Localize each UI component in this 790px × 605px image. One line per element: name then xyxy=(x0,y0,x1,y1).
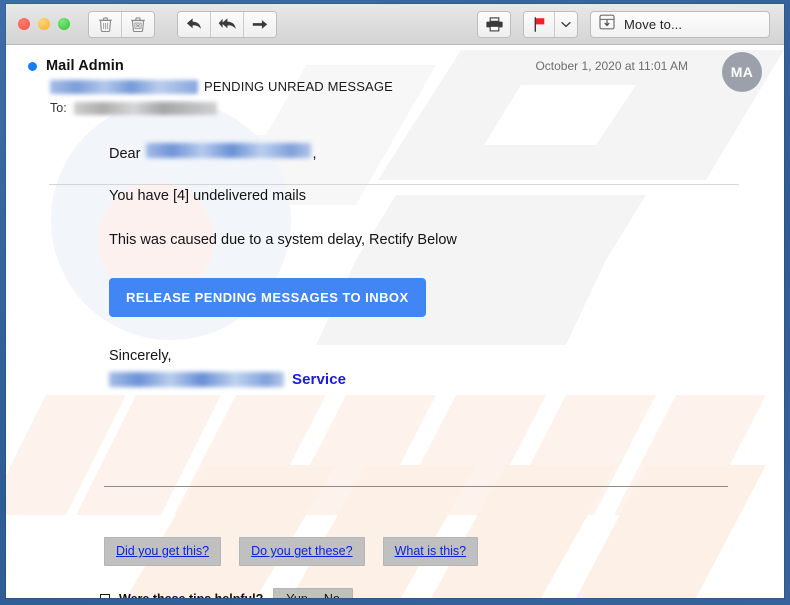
signature-redacted xyxy=(109,372,284,387)
screen-root: Move to... Mail Admin October 1, 2020 at… xyxy=(0,0,790,605)
to-address-redacted xyxy=(73,101,217,115)
move-to-label: Move to... xyxy=(624,16,683,32)
junk-button[interactable] xyxy=(122,11,154,37)
reply-group xyxy=(177,10,277,38)
to-label: To: xyxy=(50,101,67,115)
print-group xyxy=(477,10,511,38)
junk-icon xyxy=(131,16,145,32)
tips-no-button[interactable]: No xyxy=(316,591,348,598)
what-is-this-button[interactable]: What is this? xyxy=(382,537,479,566)
trash-icon xyxy=(98,16,112,32)
mail-message-window: Move to... Mail Admin October 1, 2020 at… xyxy=(6,4,784,598)
signature-row: Service xyxy=(109,371,784,388)
avatar: MA xyxy=(722,52,762,92)
delete-junk-group xyxy=(88,10,155,38)
release-pending-messages-button[interactable]: RELEASE PENDING MESSAGES TO INBOX xyxy=(109,278,426,317)
delete-button[interactable] xyxy=(89,11,122,37)
tips-feedback-row: Were these tips helpful? Yup No xyxy=(100,588,353,598)
flag-menu-button[interactable] xyxy=(555,11,577,37)
tips-checkbox[interactable] xyxy=(100,594,110,598)
greeting-name-redacted xyxy=(146,143,312,158)
flag-icon xyxy=(533,16,546,32)
did-you-get-this-button[interactable]: Did you get this? xyxy=(104,537,222,566)
do-you-get-these-button[interactable]: Do you get these? xyxy=(239,537,365,566)
closing-line: Sincerely, xyxy=(109,348,172,364)
flag-group xyxy=(523,10,578,38)
window-controls xyxy=(18,18,70,30)
greeting-line: Dear , xyxy=(109,143,784,162)
footer-divider xyxy=(104,486,728,487)
footer-button-row: Did you get this? Do you get these? What… xyxy=(104,537,479,566)
print-button[interactable] xyxy=(478,11,510,37)
recipient-row: To: xyxy=(6,101,784,115)
sender-address-redacted xyxy=(50,79,198,94)
signature-service: Service xyxy=(292,371,347,388)
unread-indicator-dot[interactable] xyxy=(28,61,37,71)
reply-all-button[interactable] xyxy=(211,11,244,37)
subject-row: PENDING UNREAD MESSAGE xyxy=(6,79,784,94)
archive-box-icon xyxy=(599,14,615,35)
reply-arrow-icon xyxy=(186,17,202,31)
forward-arrow-icon xyxy=(252,18,268,31)
greeting-suffix: , xyxy=(312,146,317,162)
zoom-button[interactable] xyxy=(58,18,70,30)
flag-button[interactable] xyxy=(524,11,555,37)
message-pane: Mail Admin October 1, 2020 at 11:01 AM M… xyxy=(6,45,784,598)
tips-question: Were these tips helpful? xyxy=(119,592,263,598)
reply-button[interactable] xyxy=(178,11,211,37)
close-button[interactable] xyxy=(18,18,30,30)
toolbar: Move to... xyxy=(6,4,784,45)
message-body: Dear , You have [4] undelivered mails Th… xyxy=(6,115,784,388)
greeting-prefix: Dear xyxy=(109,146,141,162)
body-line-1: You have [4] undelivered mails xyxy=(109,188,306,204)
message-header: Mail Admin October 1, 2020 at 11:01 AM M… xyxy=(6,45,784,115)
forward-button[interactable] xyxy=(244,11,276,37)
tips-answer-group: Yup No xyxy=(273,588,353,598)
tips-yes-button[interactable]: Yup xyxy=(278,591,316,598)
printer-icon xyxy=(485,16,503,32)
reply-all-arrow-icon xyxy=(218,17,237,31)
avatar-initials: MA xyxy=(730,64,754,80)
message-date: October 1, 2020 at 11:01 AM xyxy=(535,59,688,73)
move-to-button[interactable]: Move to... xyxy=(590,10,770,38)
body-line-2: This was caused due to a system delay, R… xyxy=(109,232,457,248)
message-subject: PENDING UNREAD MESSAGE xyxy=(204,79,393,94)
minimize-button[interactable] xyxy=(38,18,50,30)
toolbar-right: Move to... xyxy=(459,10,770,38)
sender-name: Mail Admin xyxy=(46,58,124,74)
chevron-down-icon xyxy=(561,21,571,28)
